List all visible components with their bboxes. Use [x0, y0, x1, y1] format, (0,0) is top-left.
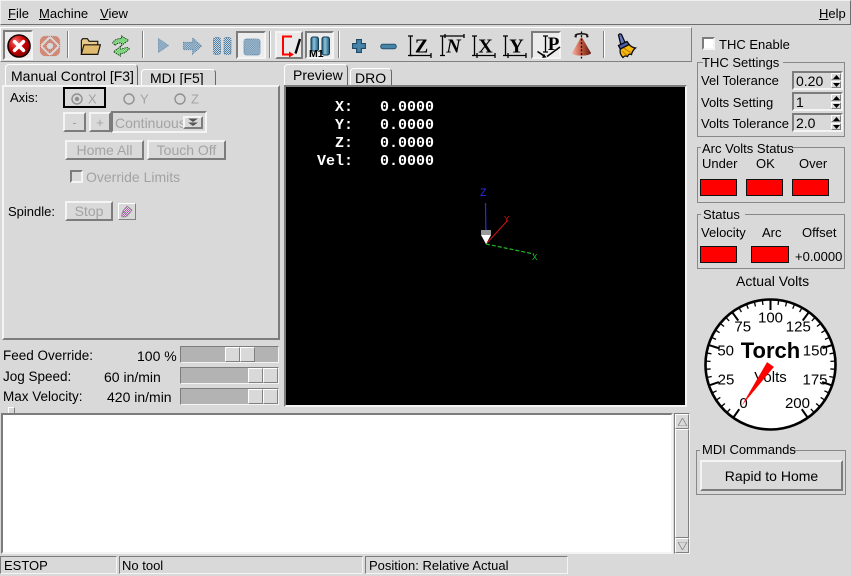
svg-text:200: 200	[785, 395, 810, 412]
svg-text:Torch: Torch	[741, 338, 800, 363]
svg-text:150: 150	[803, 342, 828, 359]
svg-text:50: 50	[717, 342, 734, 359]
svg-text:75: 75	[734, 319, 751, 336]
svg-text:X: X	[88, 92, 97, 106]
svg-text:Z: Z	[480, 188, 487, 200]
svg-text:Y: Y	[504, 215, 510, 225]
svg-text:Z: Z	[415, 36, 428, 58]
svg-text:100: 100	[758, 310, 783, 327]
svg-text:M1: M1	[309, 48, 324, 59]
svg-text:125: 125	[786, 319, 811, 336]
svg-text:Z: Z	[191, 92, 199, 106]
svg-text:Y: Y	[140, 92, 149, 106]
svg-text:X: X	[532, 253, 538, 263]
svg-text:25: 25	[718, 372, 735, 389]
svg-text:175: 175	[802, 372, 827, 389]
svg-text:N: N	[445, 36, 462, 58]
svg-text:Y: Y	[509, 36, 524, 58]
svg-text:X: X	[478, 36, 493, 58]
